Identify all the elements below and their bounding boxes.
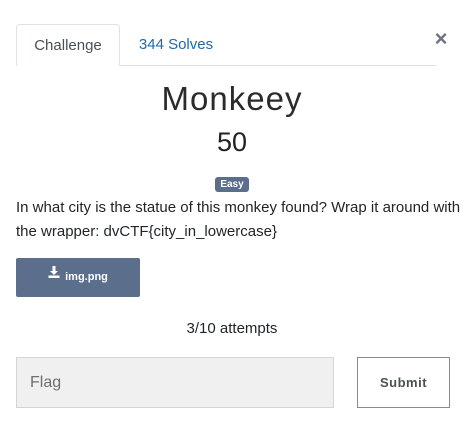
challenge-description: In what city is the statue of this monke… xyxy=(16,199,461,240)
file-download-button[interactable]: img.png xyxy=(16,258,140,297)
download-icon xyxy=(48,256,60,295)
challenge-points: 50 xyxy=(216,127,248,157)
tab-challenge[interactable]: Challenge xyxy=(16,24,120,66)
attempts-counter: 3/10 attempts xyxy=(186,320,278,337)
tab-solves[interactable]: 344 Solves xyxy=(120,24,232,65)
flag-input[interactable] xyxy=(16,357,334,408)
file-name: img.png xyxy=(65,271,108,283)
challenge-title: Monkeey xyxy=(161,80,303,117)
close-icon[interactable]: × xyxy=(428,26,454,52)
submit-button[interactable]: Submit xyxy=(357,357,450,408)
challenge-tabs: Challenge 344 Solves xyxy=(16,24,436,66)
difficulty-badge: Easy xyxy=(215,177,249,192)
